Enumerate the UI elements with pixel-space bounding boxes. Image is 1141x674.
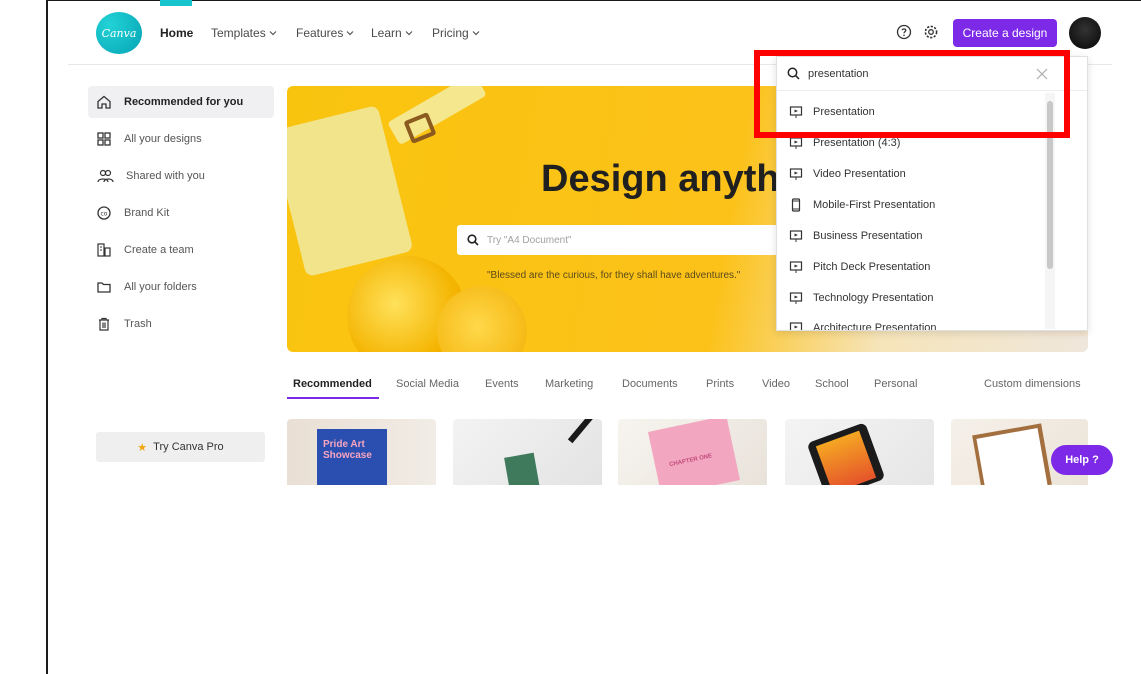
suggestion-label: Video Presentation [813,168,906,180]
chevron-down-icon [269,31,277,36]
active-tab-underline [287,397,379,399]
suggestion-architecture-presentation[interactable]: Architecture Presentation [777,313,1047,331]
template-card[interactable]: Pride Art Showcase [287,419,436,485]
card-paper-image [976,428,1048,485]
tab-video[interactable]: Video [762,378,790,390]
try-canva-pro-label: Try Canva Pro [153,441,224,453]
help-button[interactable]: Help ? [1051,445,1113,475]
sidebar-item-create-team[interactable]: Create a team [88,234,274,266]
folder-icon [97,282,111,293]
presentation-icon [789,322,803,330]
create-design-button[interactable]: Create a design [953,19,1057,47]
chevron-down-icon [346,31,354,36]
suggestion-label: Mobile-First Presentation [813,199,936,211]
suggestion-label: Technology Presentation [813,292,934,304]
canva-logo[interactable]: Canva [96,12,142,54]
sidebar-item-trash[interactable]: Trash [88,308,274,340]
sidebar-item-folders[interactable]: All your folders [88,271,274,303]
template-card[interactable]: CHAPTER ONE [618,419,767,485]
sidebar-item-label: All your folders [124,281,197,293]
sidebar-item-label: Recommended for you [124,96,244,108]
hero-quote: "Blessed are the curious, for they shall… [487,270,741,281]
suggestion-pitch-deck-presentation[interactable]: Pitch Deck Presentation [777,252,1047,282]
tab-prints[interactable]: Prints [706,378,734,390]
tab-recommended[interactable]: Recommended [293,378,372,390]
suggestion-label: Presentation (4:3) [813,137,901,149]
sidebar-item-shared[interactable]: Shared with you [88,160,274,192]
card-pen-image [567,419,599,444]
tab-documents[interactable]: Documents [622,378,678,390]
nav-features[interactable]: Features [296,26,354,40]
nav-templates[interactable]: Templates [211,26,277,40]
tab-social-media[interactable]: Social Media [396,378,459,390]
nav-home[interactable]: Home [160,26,193,40]
presentation-icon [789,230,803,242]
sidebar-item-label: Trash [124,318,152,330]
sidebar-item-label: Brand Kit [124,207,170,219]
sidebar-item-brand-kit[interactable]: co Brand Kit [88,197,274,229]
crown-icon: ★ [137,441,148,454]
card-note-image [504,452,540,485]
team-icon [97,243,111,257]
presentation-icon [789,261,803,273]
hero-search-placeholder: Try "A4 Document" [487,234,572,246]
grid-icon [97,132,111,146]
suggestion-mobile-first-presentation[interactable]: Mobile-First Presentation [777,190,1047,220]
sidebar-item-label: Shared with you [126,170,205,182]
mobile-icon [791,198,801,212]
search-icon [467,234,479,246]
trash-icon [99,317,109,331]
suggestion-business-presentation[interactable]: Business Presentation [777,221,1047,251]
brand-icon: co [97,206,111,220]
template-card[interactable] [785,419,934,485]
sidebar-item-all-designs[interactable]: All your designs [88,123,274,155]
nav-pricing-label: Pricing [432,26,469,40]
screenshot-frame: Canva Home Templates Features Learn Pric… [0,0,1141,674]
question-circle-icon[interactable] [894,22,914,42]
tab-school[interactable]: School [815,378,849,390]
suggestion-technology-presentation[interactable]: Technology Presentation [777,283,1047,313]
home-icon [97,95,111,109]
frame-border-left [46,0,48,674]
presentation-icon [789,137,803,149]
try-canva-pro-button[interactable]: ★ Try Canva Pro [96,432,265,462]
hero-title: Design anythi [541,158,791,200]
highlight-box [754,50,1070,138]
nav-learn-label: Learn [371,26,402,40]
nav-features-label: Features [296,26,344,40]
sidebar-item-label: Create a team [124,244,194,256]
tab-personal[interactable]: Personal [874,378,917,390]
frame-border-top [46,0,1141,1]
home-active-indicator [160,0,192,6]
presentation-icon [789,168,803,180]
svg-text:co: co [101,211,108,218]
tab-events[interactable]: Events [485,378,519,390]
card-book: CHAPTER ONE [648,419,740,485]
presentation-icon [789,292,803,304]
tab-marketing[interactable]: Marketing [545,378,593,390]
sidebar-item-recommended[interactable]: Recommended for you [88,86,274,118]
suggestion-label: Architecture Presentation [813,322,937,331]
suggestion-label: Business Presentation [813,230,923,242]
nav-home-label: Home [160,26,194,40]
template-card[interactable] [453,419,602,485]
tab-custom-dimensions[interactable]: Custom dimensions [984,378,1081,390]
avatar[interactable] [1069,17,1101,49]
suggestion-video-presentation[interactable]: Video Presentation [777,159,1047,189]
users-icon [97,169,114,183]
nav-templates-label: Templates [211,26,266,40]
hero-search-input[interactable]: Try "A4 Document" [457,225,817,255]
nav-learn[interactable]: Learn [371,26,413,40]
gear-icon[interactable] [921,22,941,42]
chevron-down-icon [472,31,480,36]
strap-image [387,86,487,146]
chevron-down-icon [405,31,413,36]
suggestion-label: Pitch Deck Presentation [813,261,931,273]
sidebar-item-label: All your designs [124,133,202,145]
card-poster: Pride Art Showcase [317,429,387,485]
nav-pricing[interactable]: Pricing [432,26,480,40]
